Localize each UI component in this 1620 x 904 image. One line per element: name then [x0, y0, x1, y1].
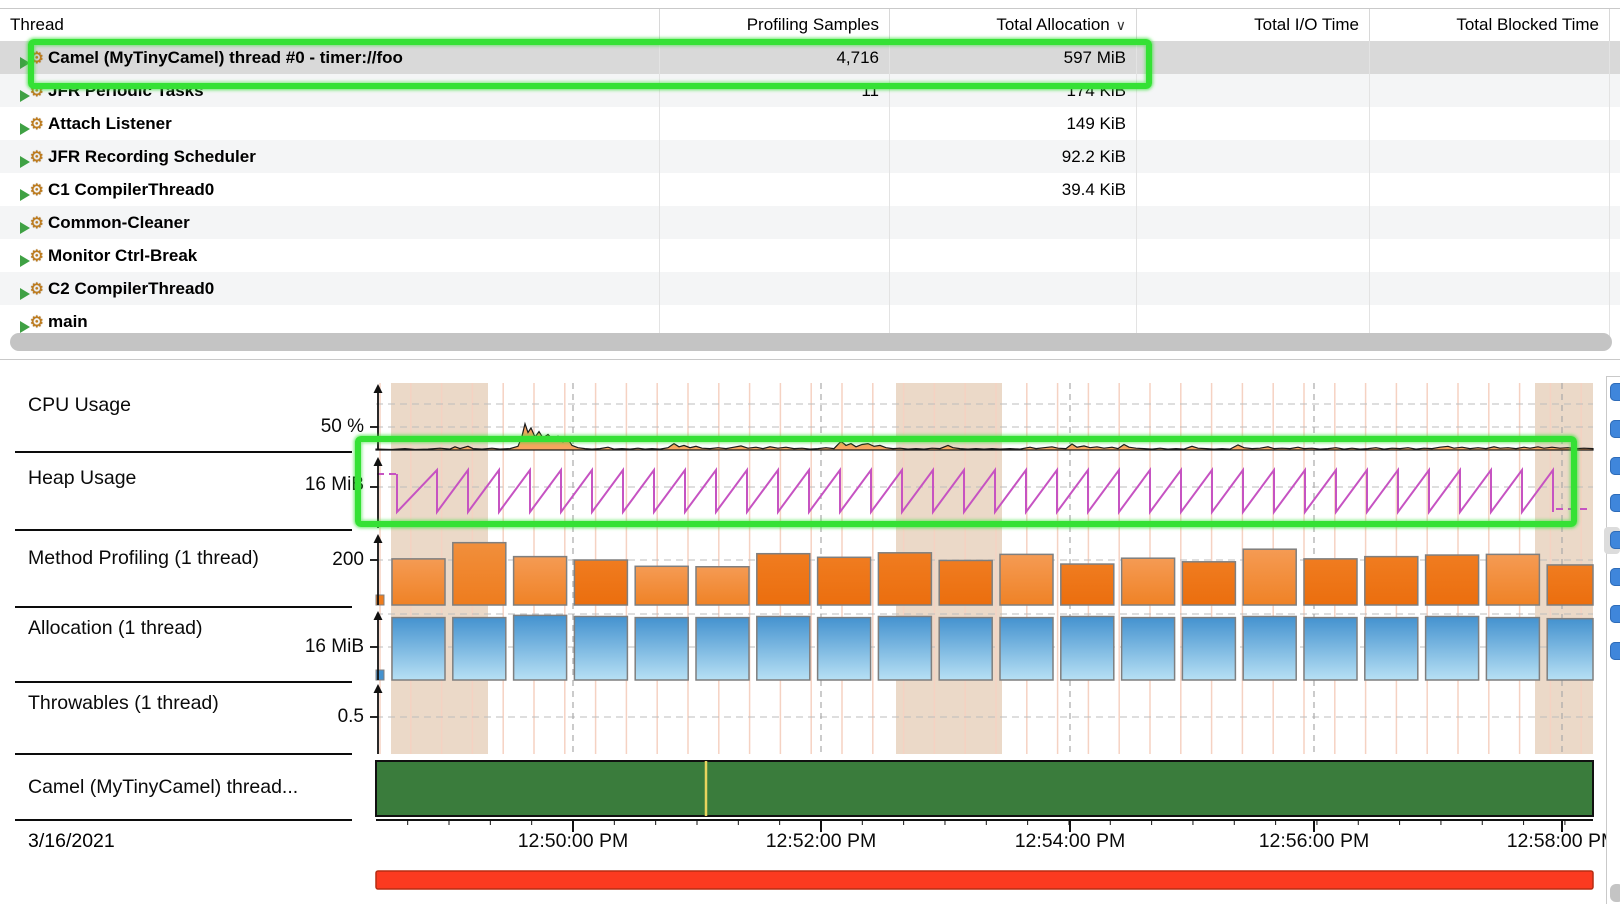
- allocation-bar: [1426, 616, 1479, 680]
- method-profiling-bar: [635, 566, 688, 605]
- chart-control-button[interactable]: [1610, 568, 1620, 586]
- allocation-bar: [1243, 616, 1296, 680]
- allocation-bar: [818, 618, 871, 680]
- row-label-lifeline: Camel (MyTinyCamel) thread...: [28, 775, 298, 799]
- chart-control-button[interactable]: [1610, 420, 1620, 438]
- method-profiling-bar: [1061, 564, 1114, 605]
- thread-lifeline-bar: [376, 761, 1593, 816]
- method-profiling-bar: [392, 559, 445, 605]
- allocation-bar: [392, 618, 445, 680]
- allocation-bar: [757, 616, 810, 680]
- row-separator: [15, 529, 352, 531]
- row-label-method: Method Profiling (1 thread): [28, 546, 259, 570]
- row-axis-tick-label-heap: 16 MiB: [238, 473, 364, 497]
- timeline-range-scrollbar: [376, 871, 1593, 889]
- time-tick-label: 12:54:00 PM: [980, 829, 1160, 853]
- row-axis-tick-label-alloc: 16 MiB: [238, 635, 364, 659]
- time-tick-label: 12:58:00 PM: [1472, 829, 1620, 853]
- method-profiling-bar: [939, 560, 992, 605]
- chart-control-button[interactable]: [1610, 531, 1620, 549]
- method-profiling-bar: [878, 553, 931, 605]
- allocation-bar: [1061, 616, 1114, 680]
- row-label-alloc: Allocation (1 thread): [28, 616, 203, 640]
- time-tick-label: 12:56:00 PM: [1224, 829, 1404, 853]
- date-label: 3/16/2021: [28, 829, 115, 853]
- allocation-bar: [635, 618, 688, 680]
- row-separator: [15, 681, 352, 683]
- method-profiling-bar: [1182, 562, 1235, 605]
- method-profiling-bar: [453, 543, 506, 605]
- method-profiling-bar: [757, 554, 810, 605]
- method-profiling-bar: [696, 567, 749, 605]
- method-profiling-bar: [1304, 559, 1357, 605]
- method-profiling-bar: [1122, 558, 1175, 605]
- time-tick-label: 12:52:00 PM: [731, 829, 911, 853]
- allocation-bar: [939, 618, 992, 680]
- method-profiling-bar: [1486, 554, 1539, 605]
- allocation-bar: [1486, 618, 1539, 680]
- allocation-bar: [1365, 618, 1418, 680]
- allocation-bar: [696, 618, 749, 680]
- row-label-throw: Throwables (1 thread): [28, 691, 219, 715]
- allocation-bar: [1547, 619, 1593, 680]
- allocation-bar: [1304, 618, 1357, 680]
- row-separator: [15, 451, 352, 453]
- method-profiling-bar: [1426, 555, 1479, 605]
- chart-control-button[interactable]: [1610, 642, 1620, 660]
- method-profiling-bar: [574, 560, 627, 605]
- allocation-bar: [514, 615, 567, 680]
- marker-annotation-table-row-highlight: [28, 39, 1152, 89]
- time-tick-label: 12:50:00 PM: [483, 829, 663, 853]
- row-separator: [15, 819, 352, 821]
- method-profiling-bar: [818, 557, 871, 605]
- row-label-cpu: CPU Usage: [28, 393, 131, 417]
- allocation-bar: [1182, 618, 1235, 680]
- row-separator: [15, 606, 352, 608]
- chart-control-button[interactable]: [1610, 457, 1620, 475]
- chart-controls-strip: [1606, 376, 1620, 904]
- chart-control-button[interactable]: [1610, 383, 1620, 401]
- panel-scroll-grip[interactable]: [1610, 884, 1620, 902]
- marker-annotation-heap-chart-highlight: [355, 436, 1577, 527]
- allocation-bar: [1122, 618, 1175, 680]
- profiler-window: ThreadProfiling SamplesTotal Allocation∨…: [0, 0, 1620, 904]
- allocation-bar: [574, 616, 627, 680]
- row-separator: [15, 753, 352, 755]
- method-profiling-bar: [1547, 565, 1593, 605]
- method-profiling-bar: [1365, 557, 1418, 605]
- row-axis-tick-label-throw: 0.5: [238, 705, 364, 729]
- chart-control-button[interactable]: [1610, 494, 1620, 512]
- allocation-bar: [878, 616, 931, 680]
- row-label-heap: Heap Usage: [28, 466, 136, 490]
- method-profiling-bar: [1000, 554, 1053, 605]
- method-profiling-bar: [514, 557, 567, 605]
- row-axis-tick-label-method: 200: [238, 548, 364, 572]
- method-profiling-bar: [1243, 549, 1296, 605]
- row-axis-tick-label-cpu: 50 %: [238, 415, 364, 439]
- allocation-bar: [1000, 618, 1053, 680]
- chart-control-button[interactable]: [1610, 605, 1620, 623]
- allocation-bar: [453, 618, 506, 680]
